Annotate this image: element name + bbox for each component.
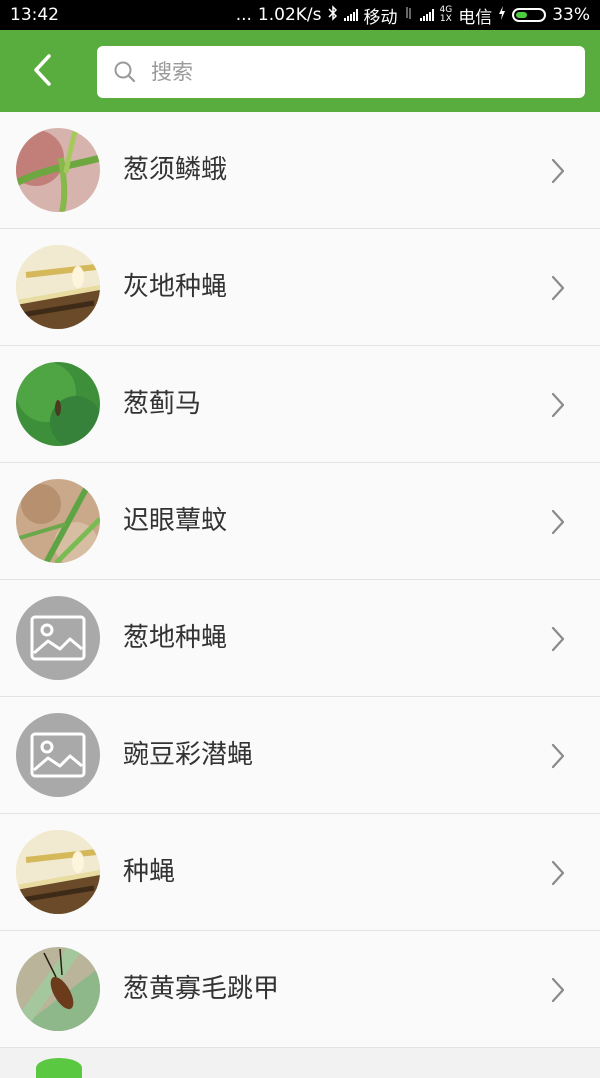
chevron-right-icon (551, 977, 565, 1003)
network-type: 4G 1X (439, 5, 453, 24)
pest-name: 种蝇 (123, 857, 176, 887)
chevron-right-icon (551, 509, 565, 535)
list-item[interactable]: 种蝇 (0, 814, 600, 931)
carrier-1: 移动 (363, 7, 398, 28)
top-bar (0, 30, 600, 112)
image-placeholder-icon (16, 596, 100, 680)
pest-thumbnail (16, 245, 100, 329)
status-dots: ... (235, 5, 252, 25)
search-box[interactable] (97, 46, 585, 98)
battery-percent: 33% (552, 5, 590, 25)
signal-icon (343, 9, 358, 21)
pest-name: 迟眼蕈蚊 (123, 506, 228, 536)
search-input[interactable] (149, 59, 553, 85)
network-speed: 1.02K/s (257, 5, 322, 25)
pest-list: 葱须鳞蛾 灰地种蝇 葱蓟马 迟眼蕈蚊 葱地种蝇 豌豆彩潜蝇 种蝇 葱黄寡毛跳甲 (0, 112, 600, 1048)
pest-name: 灰地种蝇 (123, 272, 228, 302)
chevron-right-icon (551, 158, 565, 184)
signal-icon-2 (419, 9, 434, 21)
pest-name: 葱蓟马 (123, 389, 202, 419)
list-item[interactable]: 灰地种蝇 (0, 229, 600, 346)
pest-thumbnail (16, 947, 100, 1031)
list-item[interactable]: 葱蓟马 (0, 346, 600, 463)
pest-thumbnail (16, 479, 100, 563)
pest-thumbnail (16, 128, 100, 212)
carrier-2: 电信 (458, 7, 493, 28)
chevron-right-icon (551, 275, 565, 301)
list-item[interactable]: 葱黄寡毛跳甲 (0, 931, 600, 1048)
list-item[interactable]: 豌豆彩潜蝇 (0, 697, 600, 814)
chevron-right-icon (551, 860, 565, 886)
bluetooth-icon (327, 4, 338, 26)
pest-thumbnail-partial (36, 1058, 82, 1078)
back-button[interactable] (22, 50, 62, 90)
pest-name: 葱须鳞蛾 (123, 155, 228, 185)
list-item[interactable]: 葱地种蝇 (0, 580, 600, 697)
status-bar: 13:42 ... 1.02K/s 移动 4G 1X 电信 33% (0, 0, 600, 30)
chevron-right-icon (551, 626, 565, 652)
pest-name: 葱黄寡毛跳甲 (123, 974, 280, 1004)
search-icon (107, 60, 143, 84)
pest-thumbnail (16, 830, 100, 914)
chevron-left-icon (34, 54, 51, 86)
status-time: 13:42 (10, 5, 59, 25)
charging-icon (498, 5, 506, 25)
pest-name: 葱地种蝇 (123, 623, 228, 653)
pest-thumbnail (16, 362, 100, 446)
pest-name: 豌豆彩潜蝇 (123, 740, 254, 770)
list-item[interactable]: 迟眼蕈蚊 (0, 463, 600, 580)
battery-icon (512, 8, 547, 22)
chevron-right-icon (551, 743, 565, 769)
chevron-right-icon (551, 392, 565, 418)
image-placeholder-icon (16, 713, 100, 797)
data-arrows-icon (404, 5, 414, 25)
list-item[interactable]: 葱须鳞蛾 (0, 112, 600, 229)
